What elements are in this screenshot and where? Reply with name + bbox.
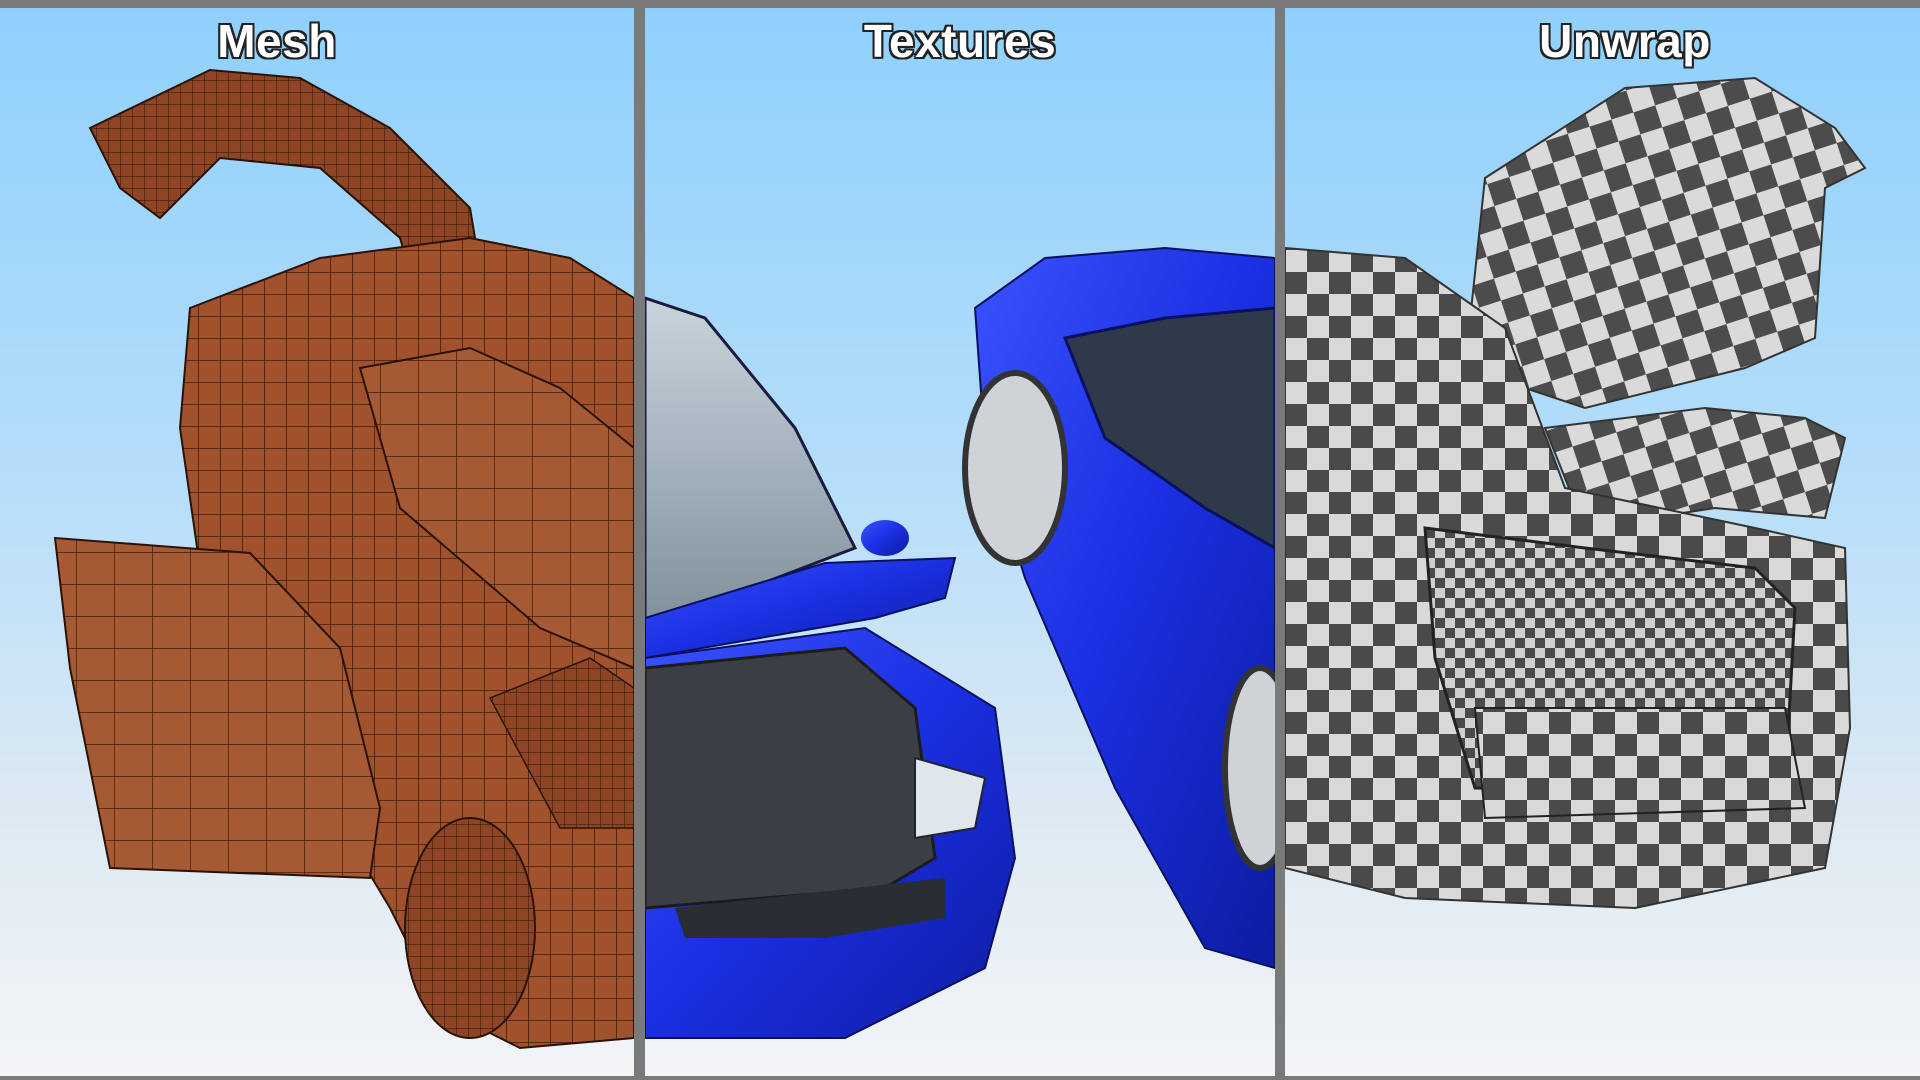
liftgate — [1463, 76, 1867, 410]
unwrap-title: Unwrap — [1539, 15, 1711, 67]
unwrap-car-render — [1285, 76, 1867, 910]
textures-car-render — [645, 246, 1275, 1039]
mesh-title: Mesh — [217, 15, 337, 67]
wheel-mesh — [404, 817, 536, 1039]
rear-car-front-wheel — [962, 370, 1068, 566]
rear-car-rear-wheel — [1222, 665, 1275, 871]
textures-title: Textures — [863, 15, 1057, 67]
textures-panel: Textures — [645, 8, 1275, 1076]
mesh-car-render — [53, 68, 634, 1050]
mesh-panel: Mesh — [0, 8, 634, 1076]
cargo-floor — [1473, 707, 1807, 820]
frunk-cavity — [645, 646, 937, 910]
side-mirror — [861, 520, 909, 556]
unwrap-panel: Unwrap — [1285, 8, 1920, 1076]
